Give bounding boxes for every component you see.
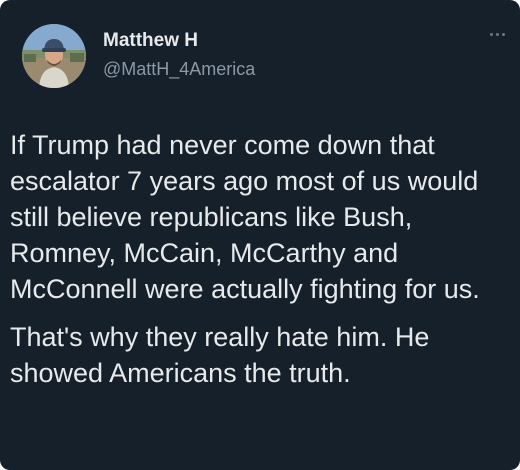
tweet-paragraph-1: If Trump had never come down that escala… [10,130,480,304]
tweet-card: Matthew H @MattH_4America If Trump had n… [0,0,520,470]
more-dot [501,32,505,36]
avatar[interactable] [22,24,86,88]
more-dot [495,32,499,36]
author-handle[interactable]: @MattH_4America [103,59,255,80]
avatar-image [22,24,86,88]
more-horizontal-icon[interactable] [484,26,510,42]
author-display-name[interactable]: Matthew H [103,30,198,52]
more-dot [489,32,493,36]
tweet-text: If Trump had never come down that escala… [10,127,515,391]
tweet-paragraph-2: That's why they really hate him. He show… [10,322,430,388]
